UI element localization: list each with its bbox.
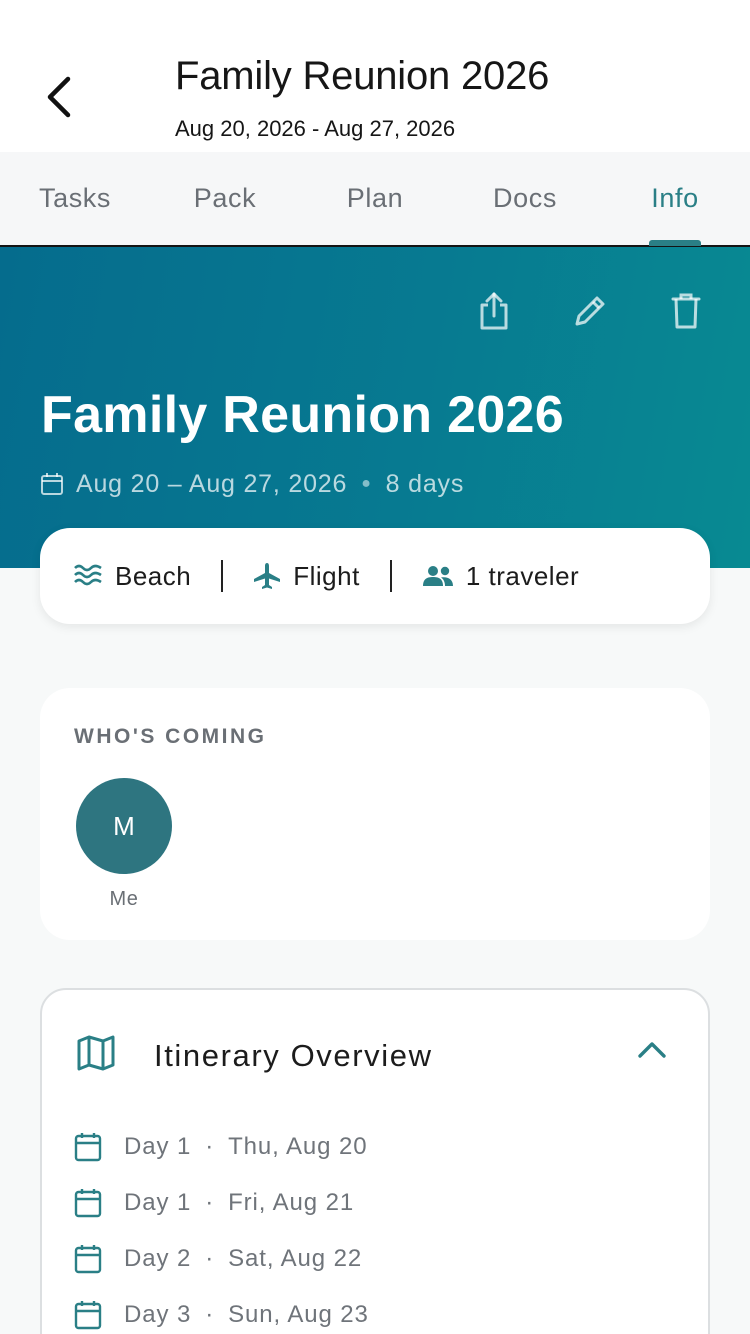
chevron-up-icon[interactable]: [636, 1040, 668, 1060]
share-button[interactable]: [470, 287, 518, 335]
trip-summary-pill: Beach Flight 1 traveler: [40, 528, 710, 624]
itinerary-day-row[interactable]: Day 1 · Fri, Aug 21: [74, 1185, 354, 1221]
traveler-count: 1 traveler: [422, 556, 579, 596]
trip-duration: 8 days: [385, 469, 465, 498]
trip-dates-row: Aug 20 – Aug 27, 2026 ● 8 days: [40, 467, 464, 501]
divider: [389, 560, 392, 592]
tab-plan[interactable]: Plan: [300, 152, 450, 245]
day-label: Day 1: [124, 1189, 192, 1216]
transport-mode: Flight: [253, 556, 360, 596]
day-label: Day 3: [124, 1301, 192, 1328]
itinerary-day-row[interactable]: Day 3 · Sun, Aug 23: [74, 1297, 369, 1333]
whos-coming-card: WHO'S COMING M Me: [40, 688, 710, 940]
separator: ·: [205, 1301, 215, 1328]
delete-button[interactable]: [662, 287, 710, 335]
day-date: Thu, Aug 20: [228, 1133, 368, 1160]
destination-type: Beach: [73, 556, 191, 596]
trip-info-screen: Family Reunion 2026 Aug 20, 2026 - Aug 2…: [0, 0, 750, 1334]
top-header: Family Reunion 2026 Aug 20, 2026 - Aug 2…: [0, 0, 750, 152]
avatar-name: Me: [109, 888, 139, 910]
transport-label: Flight: [293, 560, 360, 591]
calendar-icon: [41, 473, 63, 495]
active-tab-indicator: [649, 240, 701, 246]
page-title: Family Reunion 2026: [175, 54, 550, 98]
itinerary-card: Itinerary Overview Day 1 · Thu, Aug 20 D…: [40, 988, 710, 1334]
day-label: Day 2: [124, 1245, 192, 1272]
share-icon: [480, 292, 508, 330]
itinerary-title: Itinerary Overview: [154, 1038, 433, 1073]
separator: ·: [205, 1189, 215, 1216]
day-date: Sun, Aug 23: [228, 1301, 369, 1328]
trip-date-range: Aug 20 – Aug 27, 2026: [76, 469, 348, 498]
people-icon: [422, 566, 453, 586]
day-label: Day 1: [124, 1133, 192, 1160]
day-date: Fri, Aug 21: [228, 1189, 355, 1216]
calendar-icon: [74, 1301, 102, 1330]
meta-separator: ●: [361, 475, 372, 492]
airplane-icon: [254, 563, 281, 589]
tab-pack[interactable]: Pack: [150, 152, 300, 245]
itinerary-header[interactable]: Itinerary Overview: [42, 990, 708, 1120]
calendar-icon: [74, 1245, 102, 1274]
separator: ·: [205, 1245, 215, 1272]
trip-title: Family Reunion 2026: [41, 386, 564, 444]
edit-button[interactable]: [566, 287, 614, 335]
chevron-left-icon: [47, 76, 71, 118]
itinerary-day-row[interactable]: Day 2 · Sat, Aug 22: [74, 1241, 362, 1277]
traveler-count-label: 1 traveler: [465, 560, 580, 591]
tab-docs[interactable]: Docs: [450, 152, 600, 245]
page-subtitle: Aug 20, 2026 - Aug 27, 2026: [175, 116, 456, 141]
trip-hero-banner: Family Reunion 2026 Aug 20 – Aug 27, 202…: [0, 247, 750, 568]
calendar-icon: [74, 1189, 102, 1218]
waves-icon: [74, 564, 102, 586]
map-icon: [77, 1035, 115, 1071]
itinerary-day-row[interactable]: Day 1 · Thu, Aug 20: [74, 1129, 367, 1165]
tab-tasks[interactable]: Tasks: [0, 152, 150, 245]
avatar[interactable]: M: [76, 778, 172, 874]
tab-info[interactable]: Info: [600, 152, 750, 245]
trash-icon: [671, 293, 701, 329]
tab-bar: Tasks Pack Plan Docs Info: [0, 152, 750, 247]
day-date: Sat, Aug 22: [228, 1245, 363, 1272]
section-label: WHO'S COMING: [74, 725, 267, 748]
calendar-icon: [74, 1133, 102, 1162]
divider: [221, 560, 224, 592]
destination-type-label: Beach: [115, 560, 192, 591]
edit-icon: [575, 296, 605, 326]
back-button[interactable]: [36, 72, 80, 122]
separator: ·: [205, 1133, 215, 1160]
